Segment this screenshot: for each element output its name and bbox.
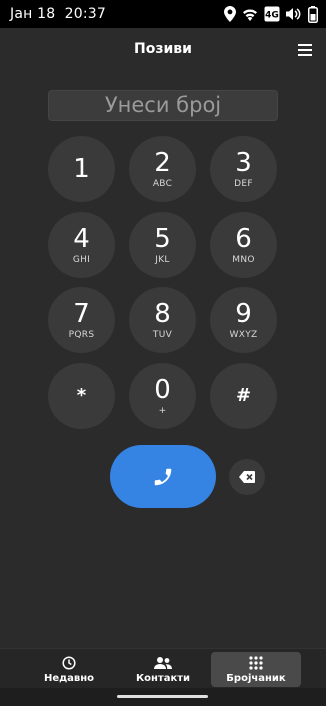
wifi-icon — [243, 9, 257, 21]
key-3[interactable]: 3 DEF — [210, 136, 277, 202]
key-1[interactable]: 1 — [48, 136, 115, 202]
tab-contacts[interactable]: Контакти — [118, 652, 208, 687]
key-letters: DEF — [234, 178, 253, 189]
key-2[interactable]: 2 ABC — [129, 136, 196, 202]
key-letters: WXYZ — [229, 329, 258, 340]
key-7[interactable]: 7 PQRS — [48, 287, 115, 353]
tab-label: Бројчаник — [226, 672, 286, 684]
volume-icon — [286, 8, 301, 20]
call-button[interactable] — [110, 445, 216, 508]
status-datetime: Јан 18 20:37 — [10, 6, 106, 22]
app-header: Позиви — [0, 28, 326, 72]
status-bar: Јан 18 20:37 4G — [0, 0, 326, 28]
key-0[interactable]: 0 + — [129, 363, 196, 429]
status-date: Јан 18 — [10, 6, 56, 22]
status-time: 20:37 — [64, 6, 106, 22]
tab-label: Недавно — [43, 672, 95, 684]
key-digit: 9 — [235, 298, 252, 329]
key-digit: 6 — [235, 223, 252, 254]
menu-button[interactable] — [298, 42, 312, 56]
key-star[interactable]: * — [48, 363, 115, 429]
network-label: 4G — [265, 11, 279, 21]
home-indicator[interactable] — [117, 695, 208, 698]
key-digit: 5 — [154, 223, 171, 254]
key-digit: 3 — [235, 147, 252, 178]
tab-recent[interactable]: Недавно — [24, 652, 114, 687]
dialpad-icon — [249, 655, 263, 670]
key-digit: * — [76, 385, 87, 406]
key-digit: 8 — [154, 298, 171, 329]
clock-icon — [62, 655, 76, 670]
key-digit: 0 — [154, 374, 171, 405]
phone-icon — [154, 468, 172, 485]
key-5[interactable]: 5 JKL — [129, 212, 196, 278]
key-letters: ABC — [152, 178, 173, 189]
network-4g-icon: 4G — [264, 6, 280, 22]
contacts-icon — [154, 656, 172, 669]
key-letters: JKL — [155, 254, 170, 265]
number-input[interactable]: Унеси број — [48, 90, 278, 121]
key-digit: 2 — [154, 147, 171, 178]
key-digit: 4 — [73, 223, 90, 254]
key-8[interactable]: 8 TUV — [129, 287, 196, 353]
backspace-icon — [239, 471, 255, 483]
key-digit: 1 — [73, 154, 90, 184]
key-letters: GHI — [72, 254, 91, 265]
key-4[interactable]: 4 GHI — [48, 212, 115, 278]
key-9[interactable]: 9 WXYZ — [210, 287, 277, 353]
page-title: Позиви — [134, 41, 192, 57]
bottom-tab-bar: Недавно Контакти Бројчаник — [0, 648, 326, 688]
tab-dialpad[interactable]: Бројчаник — [211, 652, 301, 687]
key-letters: MNO — [232, 254, 255, 265]
location-icon — [224, 6, 236, 22]
key-digit: # — [235, 385, 252, 406]
key-letters: PQRS — [68, 329, 95, 340]
key-hash[interactable]: # — [210, 363, 277, 429]
key-letters: TUV — [152, 329, 173, 340]
hamburger-icon — [298, 44, 312, 56]
tab-label: Контакти — [135, 672, 191, 684]
backspace-button[interactable] — [229, 459, 265, 495]
key-digit: 7 — [73, 298, 90, 329]
key-6[interactable]: 6 MNO — [210, 212, 277, 278]
status-icons: 4G — [224, 5, 318, 23]
key-letters: + — [158, 405, 167, 416]
battery-icon — [308, 5, 318, 23]
